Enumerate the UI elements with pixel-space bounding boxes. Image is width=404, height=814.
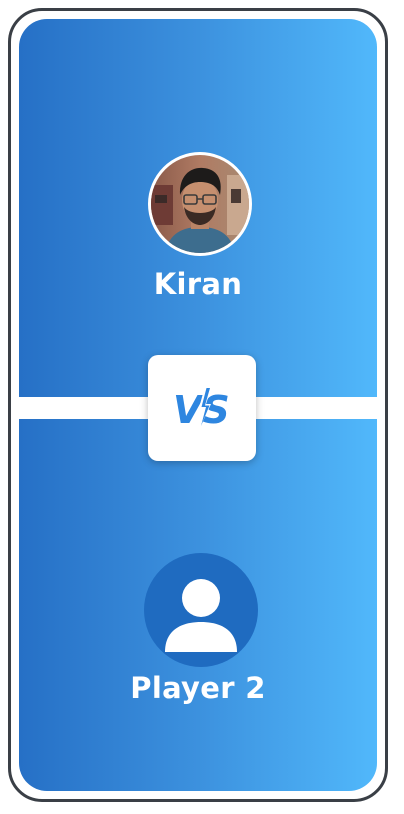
player2-name: Player 2 — [130, 671, 266, 705]
player1-avatar-image — [151, 155, 249, 253]
vs-badge: VS — [148, 355, 256, 461]
player1-avatar[interactable] — [148, 152, 252, 256]
player1-name: Kiran — [153, 267, 243, 301]
player2-avatar[interactable] — [144, 553, 258, 667]
match-screen: Kiran VS Player 2 — [8, 8, 388, 802]
vs-label: VS — [173, 388, 230, 432]
vs-lightning-icon: VS — [173, 386, 230, 432]
person-silhouette-icon — [165, 579, 237, 652]
